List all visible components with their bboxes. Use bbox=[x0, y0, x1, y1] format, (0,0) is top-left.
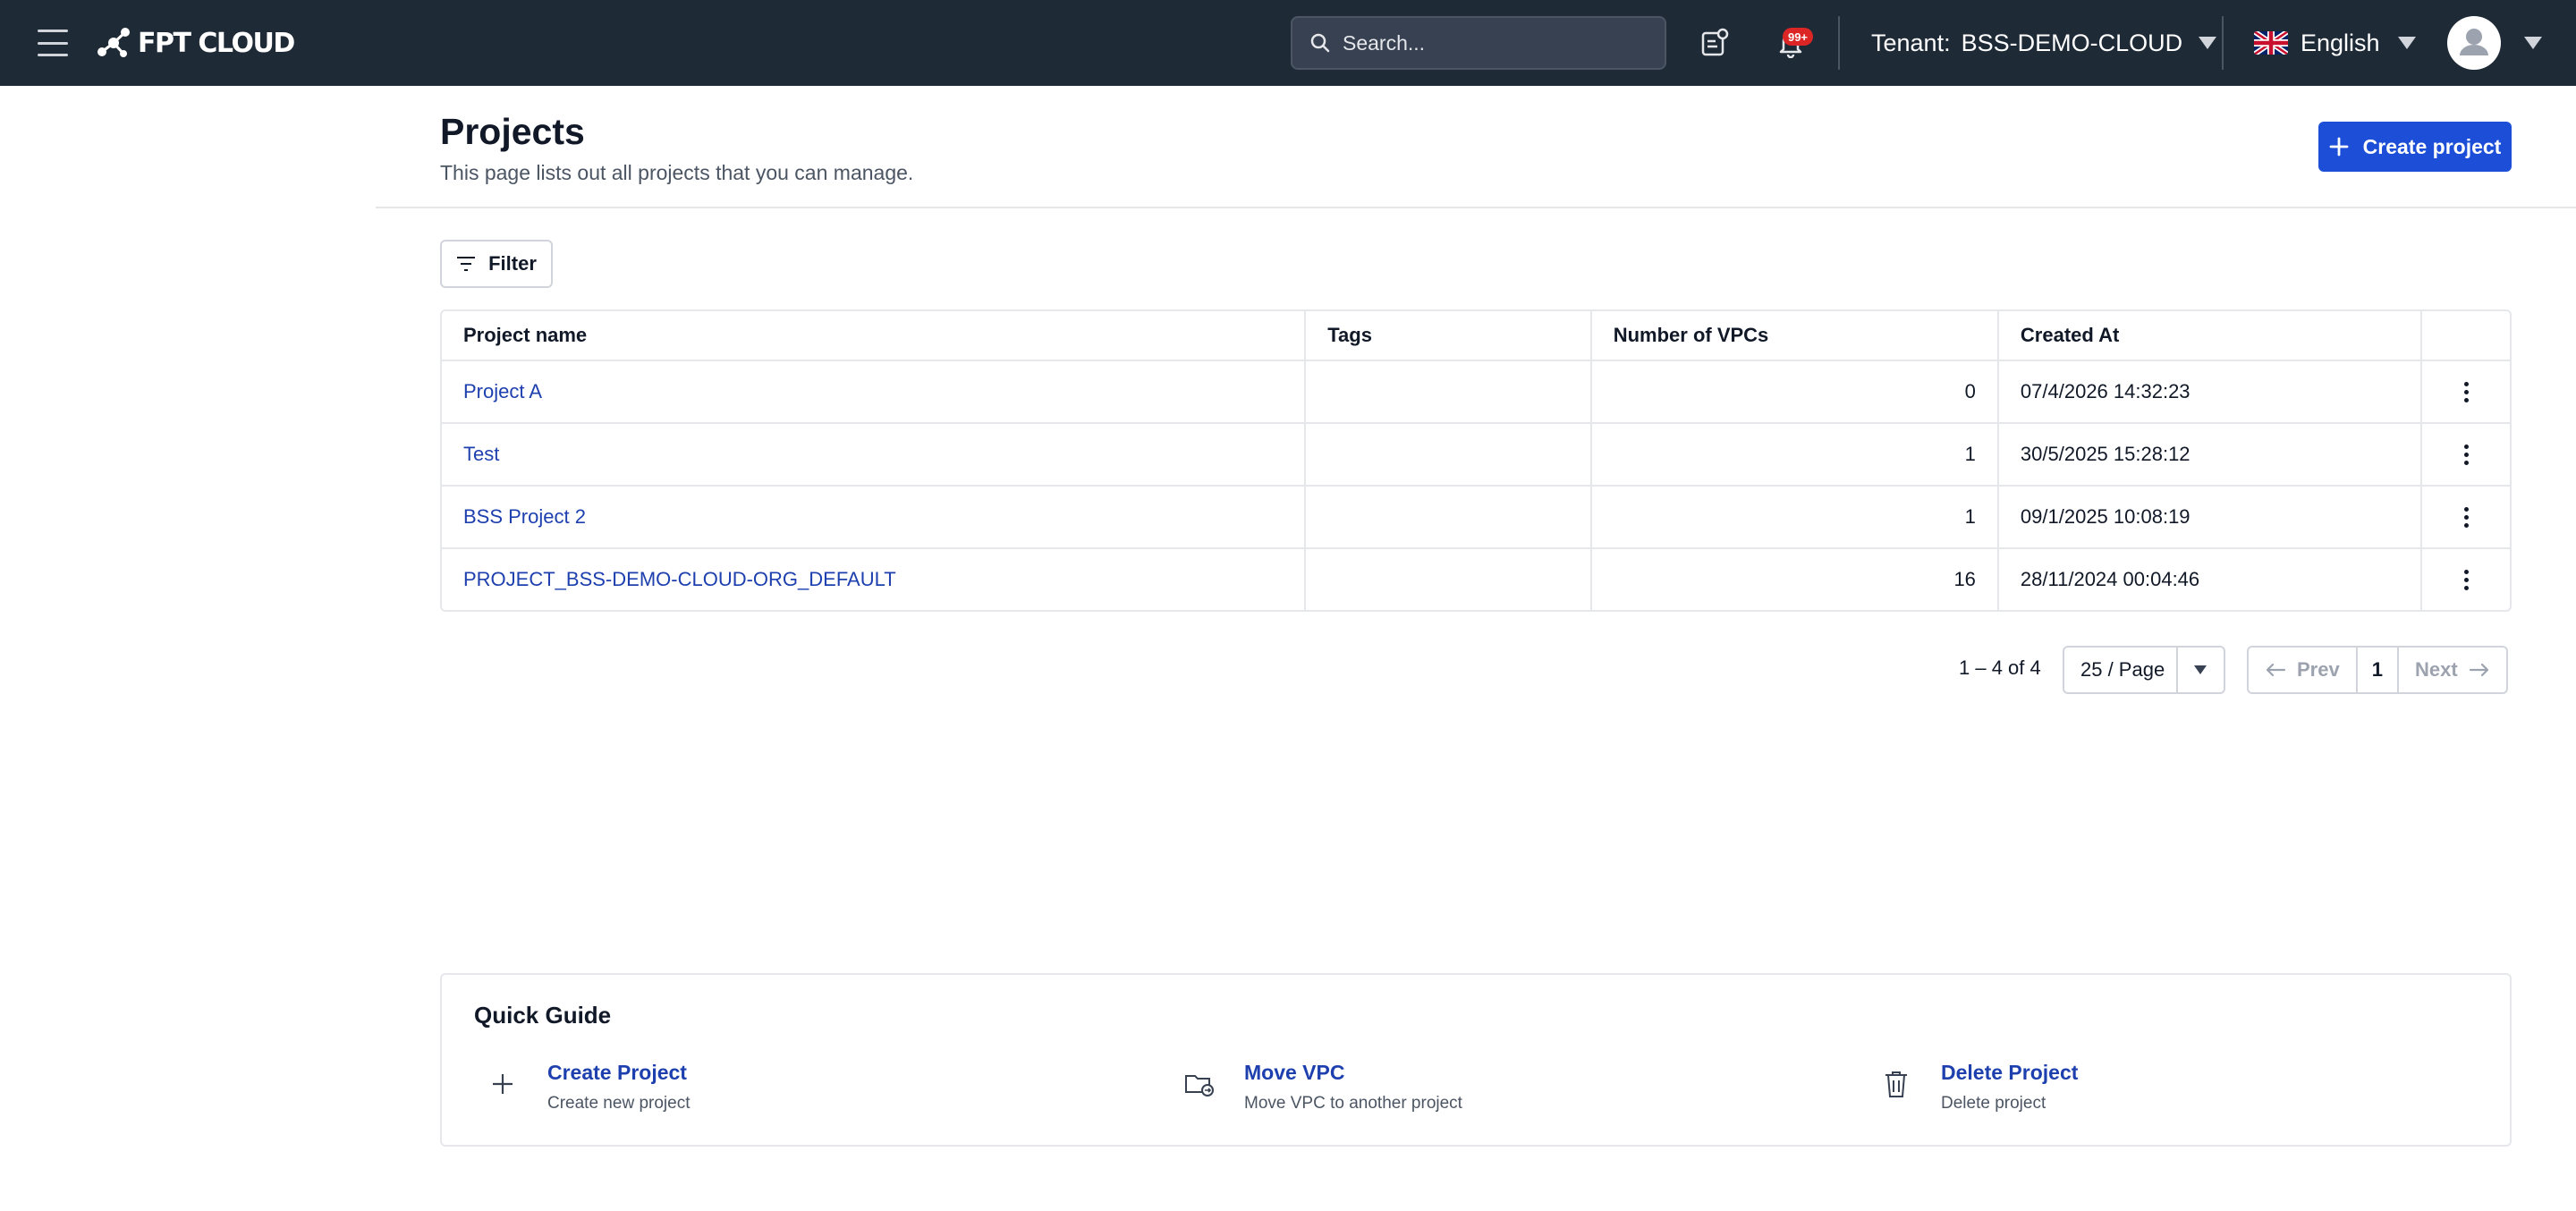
column-header-tags[interactable]: Tags bbox=[1306, 311, 1592, 360]
arrow-left-icon bbox=[2266, 663, 2286, 677]
table-row: PROJECT_BSS-DEMO-CLOUD-ORG_DEFAULT 16 28… bbox=[442, 547, 2510, 610]
project-created-at: 07/4/2026 14:32:23 bbox=[1999, 361, 2423, 422]
guide-item-title[interactable]: Create Project bbox=[547, 1061, 690, 1085]
project-created-at: 09/1/2025 10:08:19 bbox=[1999, 487, 2423, 547]
plus-icon bbox=[2329, 137, 2349, 157]
filter-button[interactable]: Filter bbox=[440, 240, 553, 288]
guide-item-title[interactable]: Delete Project bbox=[1941, 1061, 2078, 1085]
prev-page-button[interactable]: Prev bbox=[2249, 648, 2356, 692]
project-tags bbox=[1306, 487, 1592, 547]
trash-icon bbox=[1878, 1066, 1914, 1102]
project-name-link[interactable]: Project A bbox=[463, 380, 542, 403]
chevron-down-icon bbox=[2524, 37, 2542, 49]
language-selector[interactable]: English bbox=[2254, 0, 2416, 86]
nav-divider bbox=[2222, 16, 2224, 70]
table-row: BSS Project 2 1 09/1/2025 10:08:19 bbox=[442, 485, 2510, 547]
table-header-row: Project name Tags Number of VPCs Created… bbox=[442, 311, 2510, 360]
guide-item-desc: Create new project bbox=[547, 1094, 691, 1113]
project-vpc-count: 1 bbox=[1592, 487, 1999, 547]
project-vpc-count: 0 bbox=[1592, 361, 1999, 422]
project-created-at: 28/11/2024 00:04:46 bbox=[1999, 549, 2423, 610]
chevron-down-icon bbox=[2199, 37, 2217, 49]
hamburger-icon[interactable] bbox=[38, 30, 68, 56]
projects-table: Project name Tags Number of VPCs Created… bbox=[440, 309, 2512, 612]
clipboard-notification-icon[interactable] bbox=[1697, 25, 1733, 61]
pagination-range: 1 – 4 of 4 bbox=[1959, 656, 2041, 679]
more-actions-icon[interactable] bbox=[2459, 439, 2474, 470]
column-header-project-name[interactable]: Project name bbox=[442, 311, 1307, 360]
filter-icon bbox=[457, 257, 476, 271]
more-actions-icon[interactable] bbox=[2459, 564, 2474, 596]
project-vpc-count: 1 bbox=[1592, 424, 1999, 485]
page-size-value: 25 / Page bbox=[2080, 658, 2165, 681]
fpt-logo-icon bbox=[97, 28, 130, 57]
brand-logo[interactable]: FPT CLOUD bbox=[95, 23, 295, 63]
uk-flag-icon bbox=[2254, 31, 2288, 55]
project-tags bbox=[1306, 424, 1592, 485]
chevron-down-icon bbox=[2397, 37, 2416, 49]
project-vpc-count: 16 bbox=[1592, 549, 1999, 610]
tenant-selector[interactable]: Tenant: BSS-DEMO-CLOUD bbox=[1871, 0, 2217, 86]
arrow-right-icon bbox=[2469, 663, 2488, 677]
guide-delete-project[interactable]: Delete Project Delete project bbox=[1878, 1061, 2078, 1114]
user-avatar-icon bbox=[2447, 16, 2501, 70]
quick-guide-panel: Quick Guide Create Project Create new pr… bbox=[440, 973, 2512, 1147]
column-header-actions bbox=[2422, 311, 2510, 360]
project-created-at: 30/5/2025 15:28:12 bbox=[1999, 424, 2423, 485]
column-header-created-at[interactable]: Created At bbox=[1999, 311, 2423, 360]
page-size-dropdown[interactable] bbox=[2175, 648, 2224, 692]
project-name-link[interactable]: BSS Project 2 bbox=[463, 505, 586, 529]
guide-item-title[interactable]: Move VPC bbox=[1244, 1061, 1462, 1085]
page-title: Projects bbox=[440, 111, 585, 152]
search-input[interactable] bbox=[1343, 30, 1647, 55]
create-project-button[interactable]: Create project bbox=[2318, 122, 2512, 172]
page-subtitle: This page lists out all projects that yo… bbox=[440, 161, 914, 184]
pagination-controls: Prev 1 Next bbox=[2247, 646, 2508, 694]
table-row: Test 1 30/5/2025 15:28:12 bbox=[442, 422, 2510, 485]
header-divider bbox=[376, 207, 2576, 208]
create-project-label: Create project bbox=[2362, 134, 2502, 158]
table-row: Project A 0 07/4/2026 14:32:23 bbox=[442, 360, 2510, 422]
search-icon bbox=[1310, 33, 1330, 53]
tenant-label: Tenant: bbox=[1871, 29, 1951, 56]
project-tags bbox=[1306, 361, 1592, 422]
tenant-value: BSS-DEMO-CLOUD bbox=[1961, 29, 2183, 56]
column-header-vpcs[interactable]: Number of VPCs bbox=[1592, 311, 1999, 360]
folder-move-icon bbox=[1182, 1066, 1217, 1102]
guide-item-desc: Delete project bbox=[1941, 1094, 2046, 1113]
chevron-down-icon bbox=[2194, 665, 2207, 674]
guide-create-project[interactable]: Create Project Create new project bbox=[485, 1061, 690, 1114]
global-search[interactable] bbox=[1291, 16, 1666, 70]
language-label: English bbox=[2301, 29, 2380, 56]
next-page-button[interactable]: Next bbox=[2399, 648, 2506, 692]
next-label: Next bbox=[2414, 658, 2458, 681]
nav-divider bbox=[1838, 16, 1840, 70]
plus-icon bbox=[485, 1066, 521, 1102]
prev-label: Prev bbox=[2297, 658, 2340, 681]
guide-item-desc: Move VPC to another project bbox=[1244, 1094, 1462, 1113]
project-name-link[interactable]: Test bbox=[463, 443, 499, 466]
more-actions-icon[interactable] bbox=[2459, 502, 2474, 533]
brand-name: FPT CLOUD bbox=[138, 27, 295, 59]
project-name-link[interactable]: PROJECT_BSS-DEMO-CLOUD-ORG_DEFAULT bbox=[463, 568, 896, 591]
user-menu[interactable] bbox=[2447, 16, 2542, 70]
page-number-button[interactable]: 1 bbox=[2355, 648, 2399, 692]
top-navigation-bar: FPT CLOUD 99+ Tenant: BSS-DEMO-CLOUD bbox=[0, 0, 2576, 86]
more-actions-icon[interactable] bbox=[2459, 377, 2474, 408]
notification-badge: 99+ bbox=[1783, 28, 1813, 46]
quick-guide-title: Quick Guide bbox=[474, 1002, 612, 1029]
filter-label: Filter bbox=[488, 252, 537, 275]
page-size-select[interactable]: 25 / Page bbox=[2063, 646, 2225, 694]
project-tags bbox=[1306, 549, 1592, 610]
guide-move-vpc[interactable]: Move VPC Move VPC to another project bbox=[1182, 1061, 1462, 1114]
